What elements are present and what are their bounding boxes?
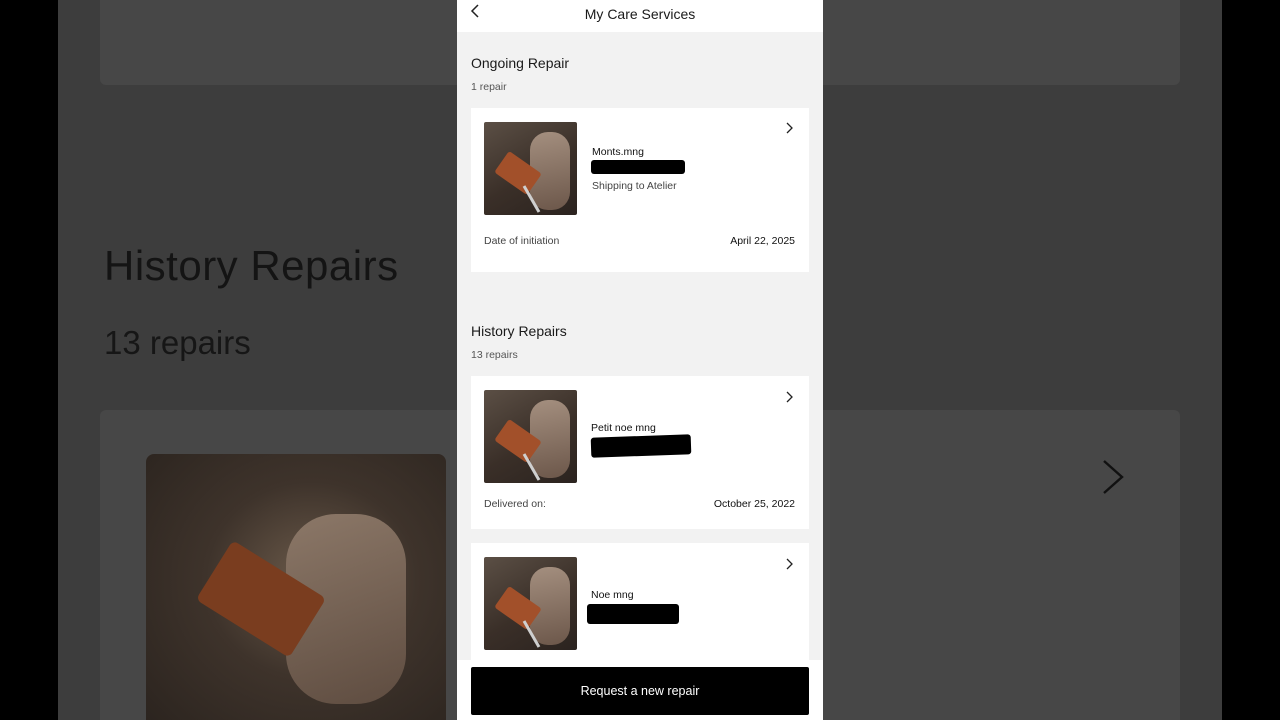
product-image: [484, 557, 577, 650]
background-section-count: 13 repairs: [104, 324, 251, 361]
history-section-count: 13 repairs: [471, 349, 518, 361]
chevron-right-icon: [785, 121, 793, 137]
history-section-title: History Repairs: [471, 323, 567, 339]
background-section-title: History Repairs: [104, 242, 399, 289]
item-name: Noe mng: [591, 589, 634, 601]
date-label: Date of initiation: [484, 235, 560, 247]
chevron-right-icon: [785, 557, 793, 573]
background-product-image: [146, 454, 446, 720]
redacted-text: [590, 434, 692, 458]
history-repair-card[interactable]: Noe mng: [471, 543, 809, 663]
item-name: Monts.mng: [592, 146, 644, 158]
care-services-screen: My Care Services Ongoing Repair 1 repair…: [457, 0, 823, 720]
background-chevron-right-icon: [1098, 454, 1128, 508]
top-bar: My Care Services: [457, 0, 823, 32]
bottom-action-bar: Request a new repair: [457, 660, 823, 720]
delivered-label: Delivered on:: [484, 498, 546, 510]
history-repair-card[interactable]: Petit noe mng Delivered on: October 25, …: [471, 376, 809, 529]
date-value: April 22, 2025: [730, 235, 795, 247]
redacted-text: [587, 604, 679, 624]
product-image: [484, 122, 577, 215]
product-image: [484, 390, 577, 483]
repair-status: Shipping to Atelier: [592, 180, 677, 192]
page-title: My Care Services: [584, 6, 696, 22]
redacted-text: [591, 160, 685, 174]
item-name: Petit noe mng: [591, 422, 656, 434]
chevron-right-icon: [785, 390, 793, 406]
ongoing-repair-card[interactable]: Monts.mng Shipping to Atelier Date of in…: [471, 108, 809, 272]
ongoing-section-count: 1 repair: [471, 81, 507, 93]
ongoing-section-title: Ongoing Repair: [471, 55, 570, 71]
delivered-date: October 25, 2022: [713, 498, 795, 510]
request-repair-button[interactable]: Request a new repair: [471, 667, 809, 715]
